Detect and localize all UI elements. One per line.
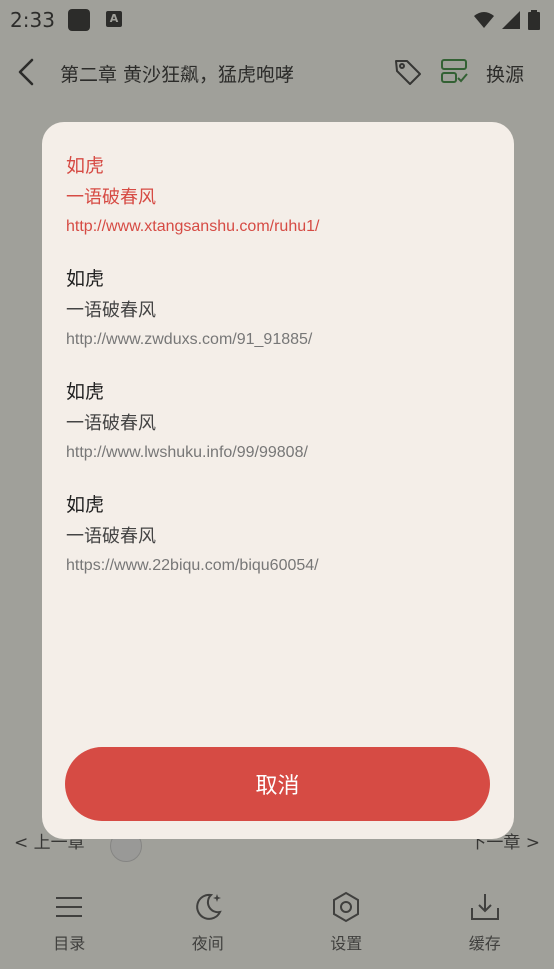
source-url: https://www.22biqu.com/biqu60054/ bbox=[66, 557, 319, 574]
cancel-button[interactable]: 取消 bbox=[65, 747, 490, 821]
source-book-name: 如虎 bbox=[66, 155, 105, 177]
source-book-name: 如虎 bbox=[66, 268, 105, 290]
source-author: 一语破春风 bbox=[66, 413, 156, 434]
source-author: 一语破春风 bbox=[66, 187, 156, 208]
source-author: 一语破春风 bbox=[66, 300, 156, 321]
source-url: http://www.xtangsanshu.com/ruhu1/ bbox=[66, 218, 320, 235]
source-book-name: 如虎 bbox=[66, 494, 105, 516]
source-picker-dialog: 如虎 一语破春风 http://www.xtangsanshu.com/ruhu… bbox=[42, 122, 514, 839]
source-url: http://www.lwshuku.info/99/99808/ bbox=[66, 444, 308, 461]
source-item[interactable]: 如虎 一语破春风 http://www.lwshuku.info/99/9980… bbox=[66, 378, 496, 491]
source-item-selected[interactable]: 如虎 一语破春风 http://www.xtangsanshu.com/ruhu… bbox=[66, 152, 496, 265]
source-item[interactable]: 如虎 一语破春风 https://www.22biqu.com/biqu6005… bbox=[66, 491, 496, 604]
source-url: http://www.zwduxs.com/91_91885/ bbox=[66, 331, 313, 348]
source-book-name: 如虎 bbox=[66, 381, 105, 403]
source-author: 一语破春风 bbox=[66, 526, 156, 547]
source-list: 如虎 一语破春风 http://www.xtangsanshu.com/ruhu… bbox=[66, 152, 496, 604]
source-item[interactable]: 如虎 一语破春风 http://www.zwduxs.com/91_91885/ bbox=[66, 265, 496, 378]
